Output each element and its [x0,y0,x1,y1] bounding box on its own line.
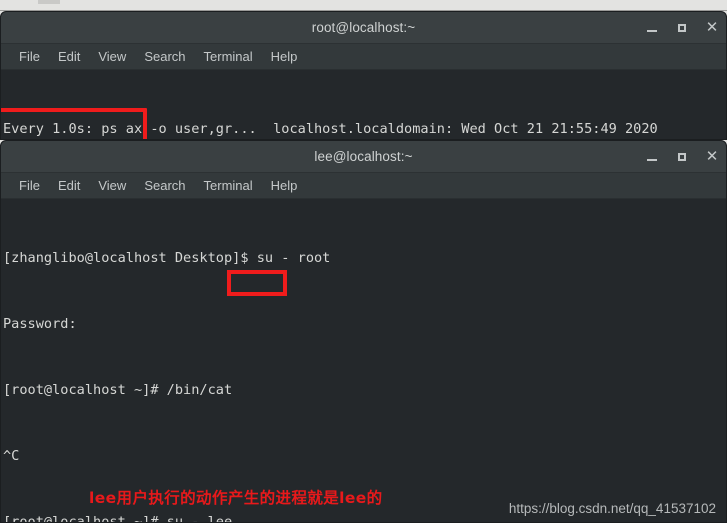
window-controls-root[interactable]: ✕ [645,12,719,43]
annotation-note-chinese: lee用户执行的动作产生的进程就是lee的 [89,489,383,507]
menu-item-help[interactable]: Help [262,178,307,193]
menu-item-search[interactable]: Search [135,49,194,64]
maximize-icon[interactable] [675,150,689,164]
window-title-root: root@localhost:~ [311,20,416,35]
menu-item-view[interactable]: View [89,178,135,193]
shell-line-root-bincat: [root@localhost ~]# /bin/cat [3,382,233,398]
window-controls-lee[interactable]: ✕ [645,141,719,172]
titlebar-lee[interactable]: lee@localhost:~ ✕ [1,141,726,173]
shell-line-interrupt: ^C [3,448,20,464]
watermark-url: https://blog.csdn.net/qq_41537102 [508,501,716,516]
menu-item-terminal[interactable]: Terminal [195,178,262,193]
menubar-lee[interactable]: File Edit View Search Terminal Help [1,173,726,199]
close-icon[interactable]: ✕ [705,20,719,35]
minimize-icon[interactable] [645,21,659,35]
shell-line-su-root: [zhanglibo@localhost Desktop]$ su - root [3,250,331,266]
menu-item-help[interactable]: Help [262,49,307,64]
shell-line-password: Password: [3,316,77,332]
menu-item-view[interactable]: View [89,49,135,64]
terminal-window-root[interactable]: root@localhost:~ ✕ File Edit View Search… [0,11,727,140]
desktop-partial-element [38,0,60,4]
terminal-output-lee[interactable]: [zhanglibo@localhost Desktop]$ su - root… [1,199,726,522]
terminal-window-lee[interactable]: lee@localhost:~ ✕ File Edit View Search … [0,140,727,523]
desktop-background-strip [0,0,727,11]
close-icon[interactable]: ✕ [705,149,719,164]
menu-item-file[interactable]: File [10,178,49,193]
menu-item-edit[interactable]: Edit [49,178,89,193]
menu-item-terminal[interactable]: Terminal [195,49,262,64]
menu-item-edit[interactable]: Edit [49,49,89,64]
titlebar-root[interactable]: root@localhost:~ ✕ [1,12,726,44]
minimize-icon[interactable] [645,150,659,164]
menu-item-search[interactable]: Search [135,178,194,193]
terminal-output-root[interactable]: Every 1.0s: ps ax -o user,gr... localhos… [1,70,726,139]
maximize-icon[interactable] [675,21,689,35]
menubar-root[interactable]: File Edit View Search Terminal Help [1,44,726,70]
menu-item-file[interactable]: File [10,49,49,64]
window-title-lee: lee@localhost:~ [314,149,413,164]
watch-header-line: Every 1.0s: ps ax -o user,gr... localhos… [3,121,658,137]
